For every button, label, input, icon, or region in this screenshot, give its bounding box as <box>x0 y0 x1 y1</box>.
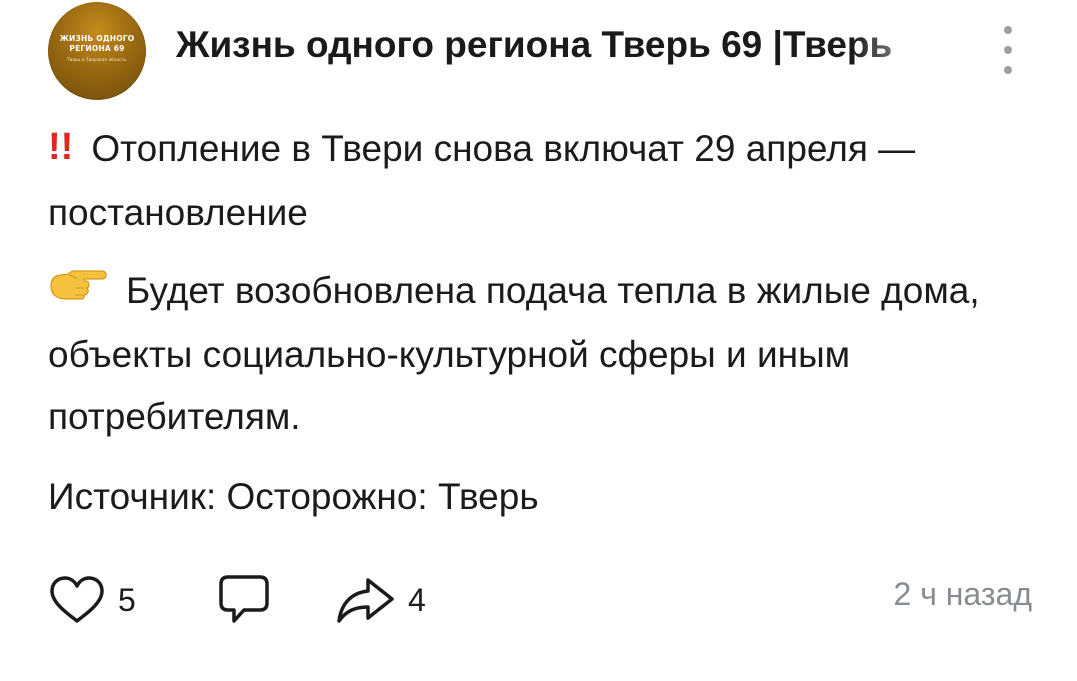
post-header: ЖИЗНЬ ОДНОГО РЕГИОНА 69 Тверь и Тверская… <box>48 0 1048 124</box>
avatar-text-line-1: ЖИЗНЬ ОДНОГО <box>59 34 135 43</box>
post-timestamp: 2 ч назад <box>893 576 1033 612</box>
post-footer: 5 4 2 ч назад <box>48 574 1038 626</box>
pointing-right-hand-icon <box>48 262 108 324</box>
avatar-text-line-3: Тверь и Тверская область <box>67 57 127 62</box>
share-arrow-icon <box>337 578 394 623</box>
share-button[interactable]: 4 <box>334 574 426 626</box>
reposts-count: 4 <box>408 581 426 618</box>
channel-title[interactable]: Жизнь одного региона Тверь 69 |Тверь <box>176 24 962 72</box>
channel-avatar[interactable]: ЖИЗНЬ ОДНОГО РЕГИОНА 69 Тверь и Тверская… <box>48 2 146 100</box>
post-headline-paragraph: !! Отопление в Твери снова включат 29 ап… <box>48 118 1038 244</box>
more-options-icon[interactable] <box>998 24 1018 76</box>
comment-icon <box>219 575 269 623</box>
heart-icon <box>50 576 104 623</box>
likes-count: 5 <box>118 581 136 618</box>
double-exclamation-icon: !! <box>48 126 74 169</box>
post-body-paragraph: Будет возобновлена подача тепла в жилые … <box>48 260 1038 448</box>
post-body: Будет возобновлена подача тепла в жилые … <box>48 270 980 438</box>
post-headline: Отопление в Твери снова включат 29 апрел… <box>48 128 916 234</box>
avatar-text-line-2: РЕГИОНА 69 <box>69 44 125 53</box>
post-source: Источник: Осторожно: Тверь <box>48 476 539 518</box>
post-content: !! Отопление в Твери снова включат 29 ап… <box>48 118 1038 544</box>
comment-button[interactable] <box>216 574 272 626</box>
like-button[interactable]: 5 <box>48 574 136 626</box>
